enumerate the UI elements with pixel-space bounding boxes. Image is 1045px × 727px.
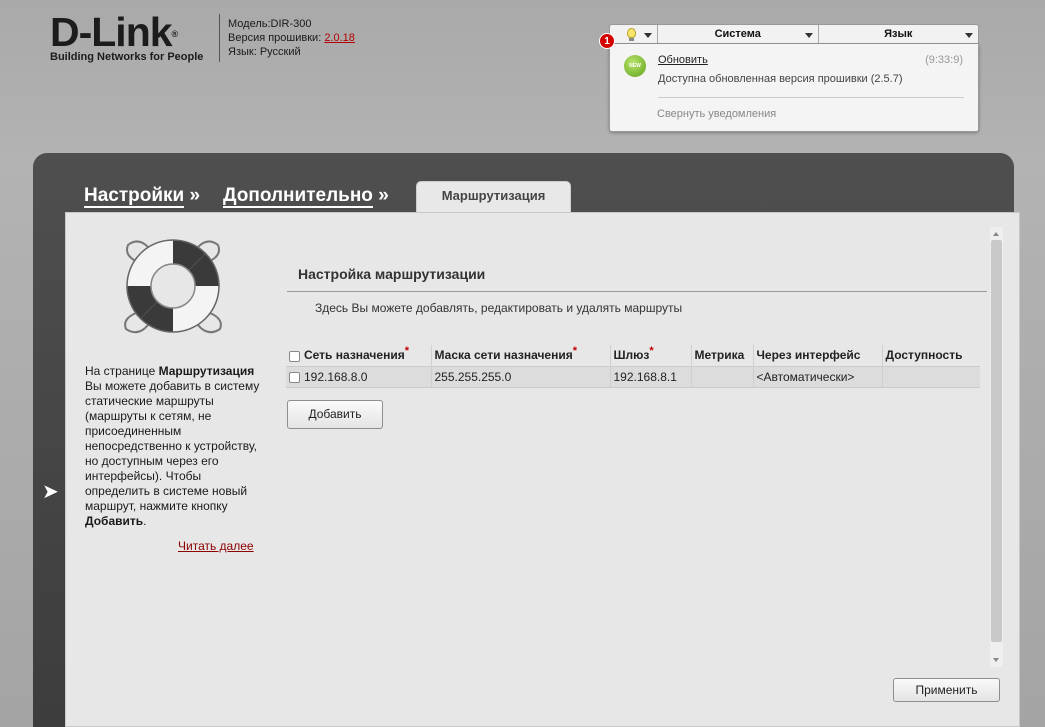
content-panel: На странице Маршрутизация Вы можете доба… [65, 212, 1020, 727]
notification-update-link[interactable]: Обновить [658, 54, 708, 66]
cell-gateway: 192.168.8.1 [609, 365, 691, 388]
add-route-button[interactable]: Добавить [287, 400, 383, 429]
scroll-thumb[interactable] [991, 240, 1002, 642]
language-label: Язык: [228, 46, 257, 58]
select-all-checkbox[interactable] [289, 350, 300, 362]
help-text: На странице Маршрутизация Вы можете доба… [85, 364, 260, 528]
device-info: Модель:DIR-300 Версия прошивки: 2.0.18 Я… [228, 17, 355, 59]
logo-text: D-Link® [50, 9, 178, 55]
notification-divider [658, 97, 964, 98]
main-frame: Настройки » Дополнительно » Маршрутизаци… [33, 153, 1020, 727]
breadcrumb-advanced[interactable]: Дополнительно » [223, 185, 389, 208]
col-interface: Через интерфейс [752, 345, 882, 366]
row-checkbox[interactable] [289, 371, 300, 383]
firmware-label: Версия прошивки: [228, 32, 322, 44]
model-label: Модель: [228, 18, 271, 30]
notification-time: (9:33:9) [925, 54, 963, 66]
col-availability: Доступность [881, 345, 980, 366]
cell-interface: <Автоматически> [752, 365, 882, 388]
notification-count-badge[interactable]: 1 [599, 33, 615, 49]
header-divider [219, 14, 220, 62]
col-network: Сеть назначения* [286, 345, 431, 366]
logo-tagline: Building Networks for People [50, 51, 204, 63]
cell-mask: 255.255.255.0 [430, 365, 610, 388]
notifications-button[interactable] [610, 25, 658, 43]
cell-network: 192.168.8.0 [286, 365, 431, 388]
table-row[interactable]: 192.168.8.0 255.255.255.0 192.168.8.1 <А… [286, 365, 980, 388]
dlink-logo: D-Link® Building Networks for People [50, 9, 210, 64]
section-divider [287, 291, 987, 292]
top-menu-bar: Система Язык [609, 24, 979, 44]
menu-system[interactable]: Система [658, 25, 819, 43]
apply-button[interactable]: Применить [893, 678, 1000, 702]
col-gateway: Шлюз* [609, 345, 691, 366]
scroll-up-icon[interactable] [993, 232, 999, 236]
chevron-down-icon [804, 33, 813, 38]
chevron-down-icon [644, 33, 652, 38]
cell-availability [881, 365, 980, 388]
scroll-down-icon[interactable] [993, 658, 999, 662]
section-description: Здесь Вы можете добавлять, редактировать… [315, 301, 683, 315]
model-value: DIR-300 [270, 18, 312, 30]
scrollbar[interactable] [990, 227, 1003, 667]
notification-text: Доступна обновленная версия прошивки (2.… [658, 73, 903, 85]
language-value: Русский [259, 46, 301, 58]
chevron-down-icon [965, 33, 973, 38]
lifebuoy-icon [124, 239, 222, 334]
notifications-panel: NEW Обновить (9:33:9) Доступна обновленн… [609, 44, 979, 132]
back-arrow-icon[interactable]: ➤ [42, 479, 59, 504]
menu-language[interactable]: Язык [819, 25, 979, 43]
col-metric: Метрика [690, 345, 753, 366]
col-mask: Маска сети назначения* [430, 345, 610, 366]
lightbulb-icon [627, 28, 636, 38]
read-more-link[interactable]: Читать далее [178, 539, 254, 553]
section-title: Настройка маршрутизации [298, 266, 486, 282]
breadcrumb-settings[interactable]: Настройки » [84, 185, 200, 208]
routes-table: Сеть назначения* Маска сети назначения* … [286, 345, 980, 388]
firmware-version-link[interactable]: 2.0.18 [324, 32, 355, 44]
collapse-notifications-link[interactable]: Свернуть уведомления [657, 108, 776, 120]
cell-metric [690, 365, 753, 388]
tab-routing[interactable]: Маршрутизация [416, 181, 571, 214]
new-badge-icon: NEW [624, 55, 646, 77]
